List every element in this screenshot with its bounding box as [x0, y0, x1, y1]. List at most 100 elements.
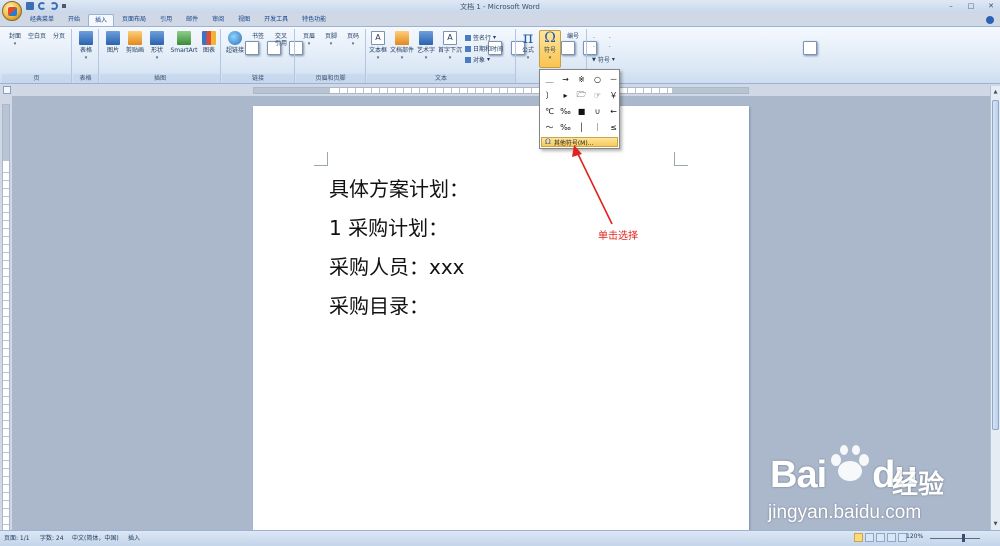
symbol-cell[interactable]: ○: [590, 72, 605, 87]
horizontal-ruler[interactable]: [253, 87, 749, 94]
textbox-button[interactable]: A 文本框 ▾: [367, 31, 389, 61]
object-button[interactable]: 对象 ▾: [465, 55, 490, 64]
pi-icon: π: [522, 28, 534, 47]
picture-icon: [106, 31, 120, 45]
cover-button[interactable]: 封面 ▾: [4, 31, 259, 55]
symbol-cell[interactable]: ←: [606, 104, 621, 119]
symbol-cell[interactable]: ∪: [590, 104, 605, 119]
scroll-up-icon[interactable]: ▲: [992, 88, 999, 96]
doc-line-2[interactable]: 1 采购计划：: [329, 212, 448, 241]
page-break-button[interactable]: 分页: [48, 31, 303, 55]
status-words[interactable]: 字数: 24: [40, 533, 64, 542]
clipart-icon: [128, 31, 142, 45]
status-language[interactable]: 中文(简体，中国): [72, 533, 119, 542]
view-buttons: [854, 533, 907, 542]
object-icon: [465, 56, 471, 63]
quickparts-icon: [395, 31, 409, 45]
close-icon[interactable]: ✕: [986, 1, 996, 10]
scroll-down-icon[interactable]: ▼: [992, 520, 999, 528]
numbering-button[interactable]: 编号: [562, 31, 817, 55]
group-label-pages: 页: [2, 74, 71, 83]
symbol-cell[interactable]: ☞: [590, 88, 605, 103]
symbol-button[interactable]: Ω 符号 ▾: [539, 30, 561, 68]
tab-developer[interactable]: 开发工具: [258, 14, 294, 26]
symbol-cell[interactable]: ≤: [606, 120, 621, 135]
group-label-illustrations: 插图: [100, 74, 220, 83]
office-button[interactable]: [2, 1, 22, 21]
zoom-slider[interactable]: [930, 538, 980, 539]
zoom-slider-thumb[interactable]: [962, 534, 965, 542]
wordart-button[interactable]: 艺术字 ▾: [415, 31, 437, 61]
symbol-cell[interactable]: ￥: [606, 88, 621, 103]
symbol-cell[interactable]: ▸: [558, 88, 573, 103]
status-page[interactable]: 页面: 1/1: [4, 533, 30, 542]
vertical-scrollbar[interactable]: ▲ ▼: [990, 86, 1000, 530]
tab-home[interactable]: 开始: [62, 14, 86, 26]
tab-page-layout[interactable]: 页面布局: [116, 14, 152, 26]
datetime-button[interactable]: 日期和时间: [465, 44, 503, 53]
header-button[interactable]: 页眉 ▾: [298, 31, 553, 55]
symbol-cell[interactable]: 〕: [542, 88, 557, 103]
equation-button[interactable]: π 公式 ▾: [517, 28, 539, 62]
ruler-bar: [0, 85, 1000, 96]
symbol-cell[interactable]: －: [606, 72, 621, 87]
cross-ref-button[interactable]: 交叉引用: [270, 31, 525, 55]
picture-button[interactable]: 图片: [102, 31, 124, 54]
symbol-cell[interactable]: →: [558, 72, 573, 87]
zoom-level[interactable]: 120%: [906, 533, 923, 540]
minimize-icon[interactable]: –: [946, 1, 956, 10]
status-mode[interactable]: 插入: [128, 533, 140, 542]
footer-button[interactable]: 页脚 ▾: [320, 31, 575, 55]
symbol-cell[interactable]: ※: [574, 72, 589, 87]
help-icon[interactable]: [986, 16, 994, 24]
window-controls: – □ ✕: [946, 1, 996, 10]
symbol-cell[interactable]: 🗁: [574, 88, 589, 103]
symbol-cell[interactable]: ℃: [542, 104, 557, 119]
signature-icon: [465, 34, 471, 41]
symbol-cell[interactable]: ‰: [558, 104, 573, 119]
chart-button[interactable]: 图表: [198, 31, 220, 54]
doc-line-1[interactable]: 具体方案计划：: [329, 173, 469, 202]
document-page[interactable]: 具体方案计划： 1 采购计划： 采购人员：xxx 采购目录：: [253, 106, 749, 536]
quickparts-button[interactable]: 文档部件 ▾: [390, 31, 414, 61]
mini-symbols-row-2[interactable]: · ·: [593, 44, 617, 51]
omega-icon: Ω: [544, 30, 556, 46]
dropcap-button[interactable]: A 首字下沉 ▾: [438, 31, 462, 61]
symbol-cell[interactable]: ｜: [590, 120, 605, 135]
bookmark-button[interactable]: 书签: [247, 31, 502, 55]
tab-classic-menu[interactable]: 经典菜单: [24, 14, 60, 26]
maximize-icon[interactable]: □: [966, 1, 976, 10]
clipart-button[interactable]: 剪贴画: [124, 31, 146, 54]
symbol-cell[interactable]: ＿: [542, 72, 557, 87]
outline-icon[interactable]: [887, 533, 896, 542]
web-layout-icon[interactable]: [876, 533, 885, 542]
tab-references[interactable]: 引用: [154, 14, 178, 26]
group-links: 超链接 书签 交叉引用 链接: [222, 29, 525, 83]
page-number-button[interactable]: 页码 ▾: [342, 31, 597, 55]
doc-line-4[interactable]: 采购目录：: [329, 290, 429, 319]
symbol-cell[interactable]: │: [574, 120, 589, 135]
blank-page-button[interactable]: 空白页: [26, 31, 281, 55]
tab-selector-icon[interactable]: [3, 86, 11, 94]
symbol-right-button[interactable]: ▼ 符号 ▾: [592, 55, 615, 64]
symbol-cell[interactable]: ‰: [558, 120, 573, 135]
tab-features[interactable]: 特色功能: [296, 14, 332, 26]
wordart-icon: [419, 31, 433, 45]
tab-mailings[interactable]: 邮件: [180, 14, 204, 26]
vertical-ruler[interactable]: [2, 104, 10, 532]
shapes-button[interactable]: 形状 ▾: [146, 31, 168, 61]
doc-line-3[interactable]: 采购人员：xxx: [329, 251, 465, 280]
scrollbar-thumb[interactable]: [992, 100, 999, 430]
symbol-cell[interactable]: ～: [542, 120, 557, 135]
table-button[interactable]: 表格 ▾: [75, 31, 97, 61]
tab-review[interactable]: 审阅: [206, 14, 230, 26]
mini-symbols-row-1[interactable]: · ·: [593, 35, 617, 42]
full-screen-reading-icon[interactable]: [865, 533, 874, 542]
smartart-button[interactable]: SmartArt: [170, 31, 198, 54]
signature-line-button[interactable]: 签名行 ▾: [465, 33, 496, 42]
hyperlink-button[interactable]: 超链接: [224, 31, 246, 54]
symbol-cell[interactable]: ■: [574, 104, 589, 119]
tab-view[interactable]: 视图: [232, 14, 256, 26]
print-layout-icon[interactable]: [854, 533, 863, 542]
tab-insert[interactable]: 插入: [88, 14, 115, 26]
